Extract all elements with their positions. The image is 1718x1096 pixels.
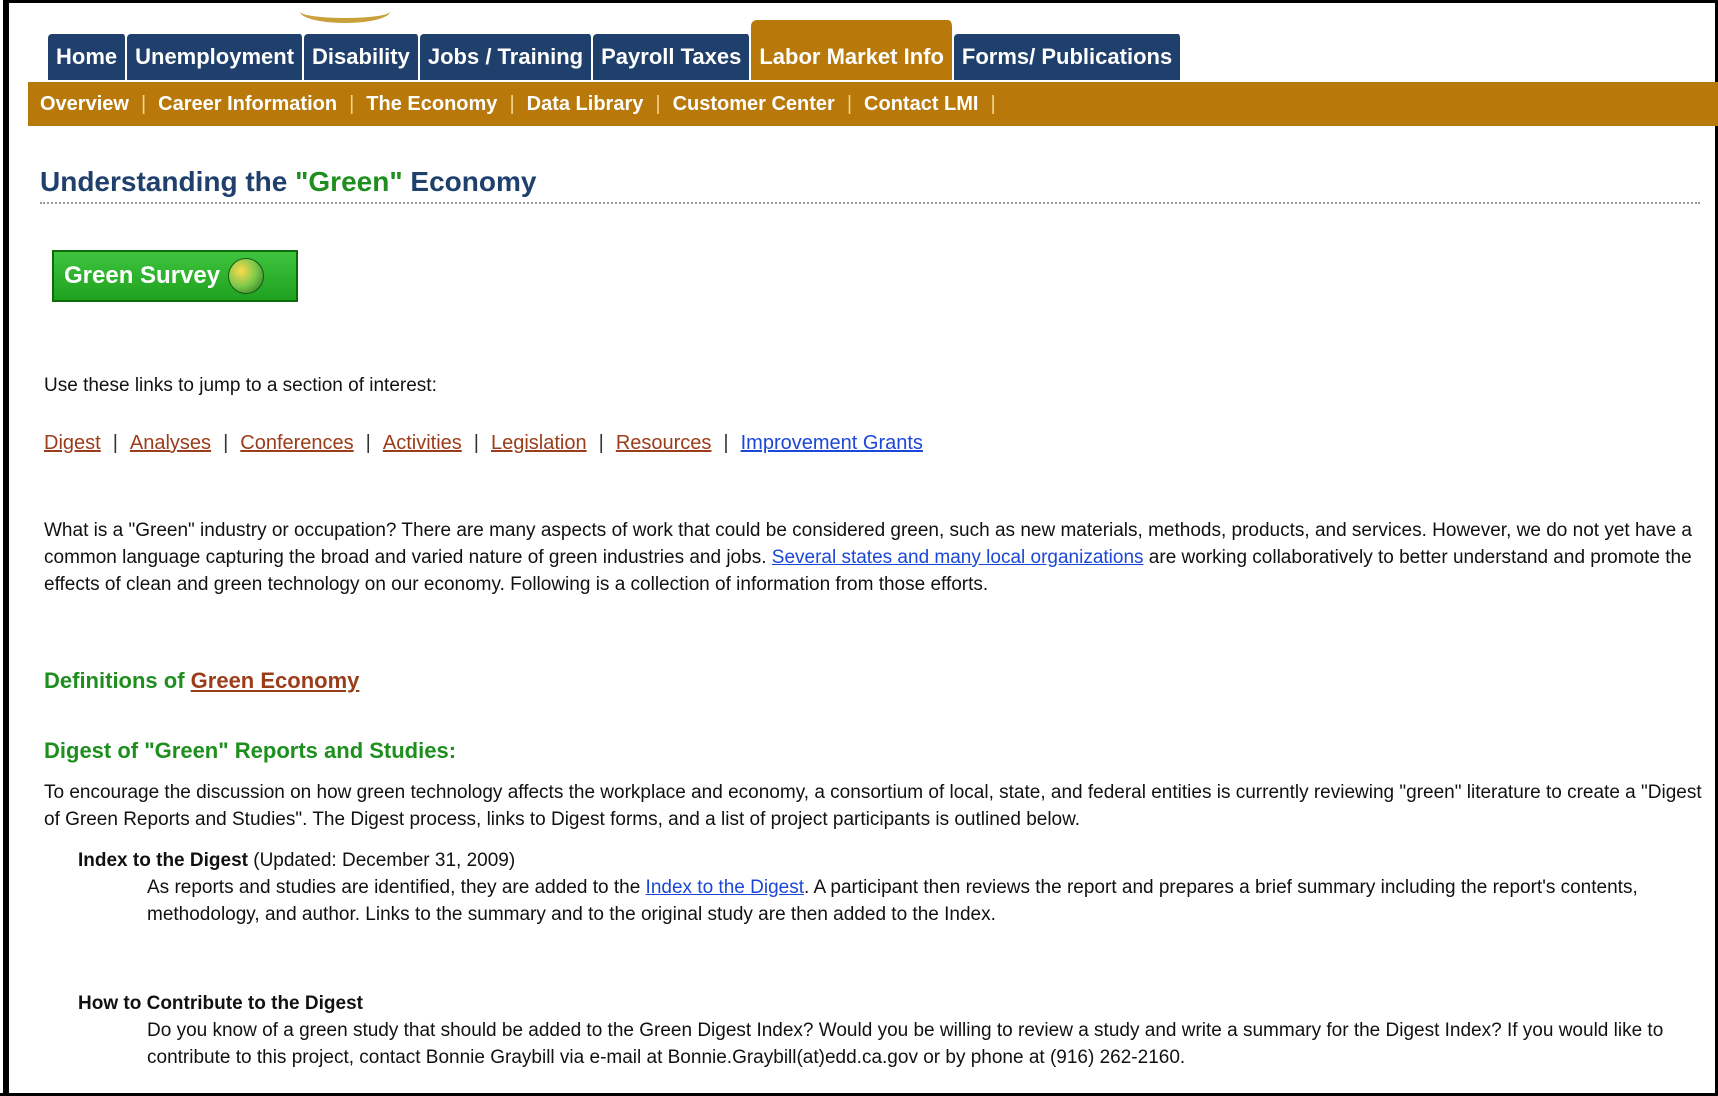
- jump-intro-text: Use these links to jump to a section of …: [44, 375, 437, 396]
- link-separator: |: [112, 432, 118, 454]
- tab-disability[interactable]: Disability: [304, 34, 420, 80]
- jump-link-activities[interactable]: Activities: [383, 432, 462, 454]
- digest-paragraph: To encourage the discussion on how green…: [44, 782, 1702, 830]
- jump-link-legislation[interactable]: Legislation: [491, 432, 587, 454]
- green-survey-button[interactable]: Green Survey: [52, 250, 298, 302]
- subnav-divider: |: [990, 92, 996, 115]
- index-heading: Index to the Digest: [78, 850, 248, 871]
- subnav-customer-center[interactable]: Customer Center: [661, 93, 847, 116]
- tab-unemployment[interactable]: Unemployment: [127, 34, 305, 80]
- jump-links: Digest | Analyses | Conferences | Activities | L…: [44, 430, 923, 457]
- tab-home[interactable]: Home: [48, 34, 128, 80]
- green-intro-paragraph: What is a "Green" industry or occupation…: [44, 517, 1694, 598]
- index-to-digest-link[interactable]: Index to the Digest: [646, 877, 804, 898]
- link-separator: |: [223, 432, 229, 454]
- digest-heading: Digest of "Green" Reports and Studies:: [44, 738, 457, 763]
- link-separator: |: [598, 432, 604, 454]
- tab-payroll-taxes[interactable]: Payroll Taxes: [593, 34, 752, 80]
- tab-jobs-training[interactable]: Jobs / Training: [419, 34, 594, 80]
- page-title-green: "Green": [295, 166, 403, 197]
- tab-labor-market-info[interactable]: Labor Market Info: [751, 20, 954, 80]
- jump-link-digest[interactable]: Digest: [44, 432, 101, 454]
- link-separator: |: [365, 432, 371, 454]
- sub-navigation: Overview | Career Information | The Econ…: [28, 82, 1718, 126]
- globe-icon: [228, 258, 265, 294]
- page-title-prefix: Understanding the: [40, 166, 296, 197]
- tab-forms-publications[interactable]: Forms/ Publications: [953, 34, 1183, 80]
- index-text: As reports and studies are identified, t…: [147, 877, 646, 898]
- index-heading-row: Index to the Digest (Updated: December 3…: [78, 847, 515, 874]
- definitions-prefix: Definitions of: [44, 668, 191, 693]
- contribute-heading-row: How to Contribute to the Digest: [78, 990, 363, 1017]
- index-updated-note: (Updated: December 31, 2009): [253, 850, 516, 871]
- jump-link-resources[interactable]: Resources: [616, 432, 712, 454]
- subnav-career-information[interactable]: Career Information: [146, 93, 349, 116]
- page-title-suffix: Economy: [402, 166, 537, 197]
- subnav-contact-lmi[interactable]: Contact LMI: [852, 93, 990, 116]
- contribute-description: Do you know of a green study that should…: [147, 1020, 1664, 1068]
- contribute-heading: How to Contribute to the Digest: [78, 993, 363, 1014]
- green-survey-label: Green Survey: [64, 262, 221, 289]
- subnav-data-library[interactable]: Data Library: [515, 93, 656, 116]
- index-description: As reports and studies are identified, t…: [147, 874, 1697, 928]
- subnav-the-economy[interactable]: The Economy: [354, 93, 509, 116]
- green-economy-link[interactable]: Green Economy: [191, 668, 360, 693]
- jump-link-conferences[interactable]: Conferences: [240, 432, 353, 454]
- subnav-overview[interactable]: Overview: [28, 93, 141, 116]
- page-title: Understanding the "Green" Economy: [40, 166, 1700, 204]
- window-frame-top: [0, 0, 1718, 3]
- states-organizations-link[interactable]: Several states and many local organizati…: [772, 547, 1144, 568]
- window-frame-left: [0, 0, 9, 1096]
- link-separator: |: [723, 432, 729, 454]
- link-separator: |: [473, 432, 479, 454]
- main-tab-bar: Home Unemployment Disability Jobs / Trai…: [48, 20, 1183, 80]
- definitions-heading: Definitions of Green Economy: [44, 668, 359, 694]
- jump-link-analyses[interactable]: Analyses: [130, 432, 211, 454]
- jump-link-improvement-grants[interactable]: Improvement Grants: [741, 432, 923, 454]
